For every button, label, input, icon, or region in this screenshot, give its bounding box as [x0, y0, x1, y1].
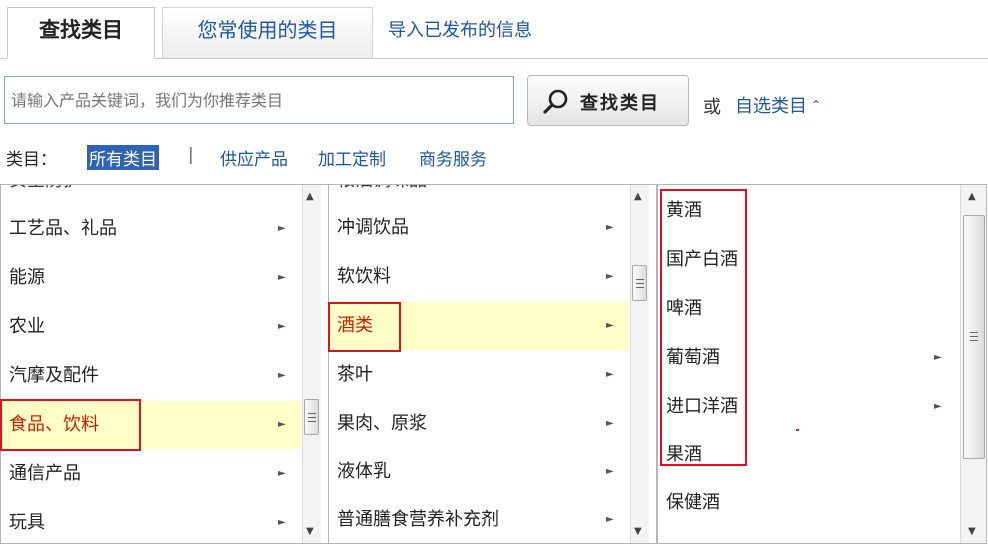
find-category-button[interactable]: 查找类目 — [527, 75, 689, 126]
list-item-partial[interactable]: 安全防护 — [1, 185, 301, 205]
list-item[interactable]: 软饮料 ► — [329, 253, 629, 301]
category-filter-label: 类目： — [6, 150, 57, 170]
triangle-down-icon[interactable]: ▼ — [306, 526, 314, 537]
triangle-up-icon[interactable]: ▲ — [634, 191, 642, 202]
list-item[interactable]: 茶叶 ► — [329, 351, 629, 399]
list-item[interactable]: 汽摩及配件 ► — [1, 352, 301, 400]
list-item[interactable]: 玩具 ► — [1, 499, 301, 543]
triangle-right-icon: ► — [606, 466, 614, 477]
list-item[interactable]: 液体乳 ► — [329, 448, 629, 496]
triangle-down-icon[interactable]: ▼ — [968, 526, 976, 537]
annotation-box-wine — [328, 302, 401, 352]
scrollbar[interactable]: ▲ ▼ — [960, 185, 986, 543]
triangle-right-icon: ► — [278, 321, 286, 332]
tab-frequent-categories[interactable]: 您常使用的类目 — [162, 7, 373, 58]
scrollbar-thumb[interactable] — [304, 399, 319, 435]
list-item[interactable]: 果肉、原浆 ► — [329, 400, 629, 448]
custom-category-link[interactable]: 自选类目 ⌃ — [735, 92, 821, 118]
filter-separator: | — [188, 145, 194, 165]
triangle-right-icon: ► — [606, 418, 614, 429]
triangle-right-icon: ► — [278, 468, 286, 479]
double-chevron-up-icon: ⌃ — [811, 98, 822, 112]
annotation-box-wine-subcategories — [660, 189, 747, 466]
find-category-button-label: 查找类目 — [580, 93, 660, 113]
list-item[interactable]: 普通膳食营养补充剂 ► — [329, 496, 629, 543]
search-input[interactable] — [4, 76, 514, 124]
triangle-down-icon[interactable]: ▼ — [634, 526, 642, 537]
list-item-partial[interactable]: 粮油调味品 — [329, 185, 629, 205]
list-item[interactable]: 农业 ► — [1, 303, 301, 351]
triangle-right-icon: ► — [606, 271, 614, 282]
annotation-dot — [796, 429, 799, 431]
or-text: 或 — [703, 97, 721, 118]
triangle-right-icon: ► — [934, 401, 942, 412]
list-item[interactable]: 工艺品、礼品 ► — [1, 205, 301, 253]
triangle-right-icon: ► — [606, 514, 614, 525]
scrollbar-thumb[interactable] — [963, 215, 985, 459]
annotation-box-food-beverage — [0, 399, 141, 451]
custom-category-label: 自选类目 — [735, 96, 807, 117]
list-item[interactable]: 保健酒 — [658, 479, 958, 527]
triangle-right-icon: ► — [934, 352, 942, 363]
triangle-up-icon[interactable]: ▲ — [968, 191, 976, 202]
triangle-right-icon: ► — [278, 517, 286, 528]
triangle-right-icon: ► — [606, 222, 614, 233]
list-item[interactable]: 冲调饮品 ► — [329, 204, 629, 252]
triangle-right-icon: ► — [606, 369, 614, 380]
tab-find-category[interactable]: 查找类目 — [7, 7, 155, 59]
triangle-right-icon: ► — [606, 320, 614, 331]
triangle-right-icon: ► — [278, 419, 286, 430]
tab-bar: 查找类目 您常使用的类目 导入已发布的信息 — [0, 0, 988, 59]
triangle-up-icon[interactable]: ▲ — [306, 191, 314, 202]
list-item[interactable]: 通信产品 ► — [1, 450, 301, 498]
scrollbar-thumb[interactable] — [632, 265, 647, 301]
triangle-right-icon: ► — [278, 272, 286, 283]
filter-all-categories[interactable]: 所有类目 — [87, 145, 159, 170]
search-icon — [542, 88, 570, 119]
filter-custom-processing[interactable]: 加工定制 — [318, 145, 386, 170]
scrollbar[interactable]: ▲ ▼ — [630, 185, 649, 543]
filter-business-services[interactable]: 商务服务 — [419, 145, 487, 170]
category-panel-level-2: 粮油调味品 冲调饮品► 软饮料► 酒类► 茶叶► 果肉、原浆► 液体乳► 普通膳… — [328, 184, 657, 544]
triangle-right-icon: ► — [278, 370, 286, 381]
category-panel-level-1: 安全防护 工艺品、礼品► 能源► 农业► 汽摩及配件► 食品、饮料► 通信产品►… — [0, 184, 329, 544]
tab-import-published[interactable]: 导入已发布的信息 — [388, 7, 568, 58]
filter-supply-products[interactable]: 供应产品 — [220, 145, 288, 170]
scrollbar[interactable]: ▲ ▼ — [302, 185, 321, 543]
triangle-right-icon: ► — [278, 223, 286, 234]
list-item[interactable]: 能源 ► — [1, 254, 301, 302]
